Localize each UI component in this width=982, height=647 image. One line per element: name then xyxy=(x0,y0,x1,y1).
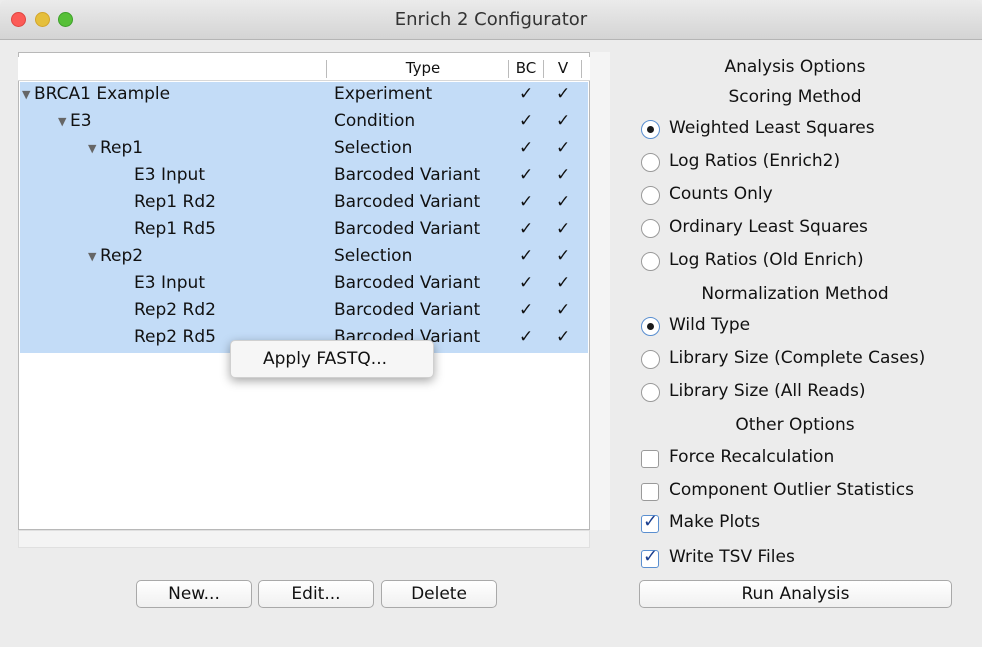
v-check-icon: ✓ xyxy=(556,300,571,320)
option-label: Log Ratios (Enrich2) xyxy=(669,151,841,171)
v-check-icon: ✓ xyxy=(556,165,571,185)
column-divider[interactable] xyxy=(508,60,509,78)
radio-button[interactable] xyxy=(641,219,660,238)
other-options-heading: Other Options xyxy=(735,415,855,435)
v-check-icon: ✓ xyxy=(556,138,571,158)
v-check-icon: ✓ xyxy=(556,192,571,212)
tree-row[interactable]: E3 Input Barcoded Variant ✓ ✓ xyxy=(20,163,588,190)
tree-row-type: Barcoded Variant xyxy=(334,273,481,293)
tree-header: Type BC V xyxy=(18,57,590,81)
tree-row[interactable]: Rep2 Rd2 Barcoded Variant ✓ ✓ xyxy=(20,298,588,325)
tree-row-name: Rep1 Rd5 xyxy=(134,219,216,239)
bc-check-icon: ✓ xyxy=(519,219,534,239)
checkbox[interactable]: ✓ xyxy=(641,511,659,533)
tree-row-type: Barcoded Variant xyxy=(334,192,481,212)
option-label: Weighted Least Squares xyxy=(669,118,875,138)
column-header-bc[interactable]: BC xyxy=(511,59,541,77)
bc-check-icon: ✓ xyxy=(519,165,534,185)
run-analysis-button[interactable]: Run Analysis xyxy=(639,580,952,608)
radio-button[interactable] xyxy=(641,186,660,205)
bc-check-icon: ✓ xyxy=(519,246,534,266)
edit-button[interactable]: Edit... xyxy=(258,580,374,608)
tree-row[interactable]: E3 Input Barcoded Variant ✓ ✓ xyxy=(20,271,588,298)
v-check-icon: ✓ xyxy=(556,327,571,347)
v-check-icon: ✓ xyxy=(556,273,571,293)
option-label: Make Plots xyxy=(669,512,761,532)
title-bar: Enrich 2 Configurator xyxy=(0,0,982,40)
column-divider[interactable] xyxy=(543,60,544,78)
checkbox[interactable]: ✓ xyxy=(641,546,659,568)
checkbox[interactable] xyxy=(641,450,659,468)
tree-row-type: Selection xyxy=(334,138,413,158)
tree-row-type: Condition xyxy=(334,111,416,131)
radio-button[interactable] xyxy=(641,317,660,336)
tree-row[interactable]: Rep1 Rd5 Barcoded Variant ✓ ✓ xyxy=(20,217,588,244)
tree-row-name: E3 xyxy=(70,111,92,131)
tree-row-name: Rep2 Rd5 xyxy=(134,327,216,347)
tree-row[interactable]: ▼ E3 Condition ✓ ✓ xyxy=(20,109,588,136)
bc-check-icon: ✓ xyxy=(519,111,534,131)
scoring-method-heading: Scoring Method xyxy=(728,87,862,107)
tree-row-type: Barcoded Variant xyxy=(334,165,481,185)
checkmark-icon: ✓ xyxy=(643,511,659,532)
bc-check-icon: ✓ xyxy=(519,192,534,212)
tree-row-name: Rep2 xyxy=(100,246,144,266)
delete-button[interactable]: Delete xyxy=(381,580,497,608)
radio-button[interactable] xyxy=(641,153,660,172)
option-label: Component Outlier Statistics xyxy=(669,480,914,500)
menu-item-apply-fastq[interactable]: Apply FASTQ... xyxy=(263,349,387,369)
normalization-method-heading: Normalization Method xyxy=(701,284,889,304)
tree-row[interactable]: ▼ Rep2 Selection ✓ ✓ xyxy=(20,244,588,271)
option-label: Force Recalculation xyxy=(669,447,835,467)
radio-button[interactable] xyxy=(641,350,660,369)
tree-row-name: E3 Input xyxy=(134,273,205,293)
tree-row[interactable]: Rep1 Rd2 Barcoded Variant ✓ ✓ xyxy=(20,190,588,217)
tree-row-name: E3 Input xyxy=(134,165,205,185)
bc-check-icon: ✓ xyxy=(519,138,534,158)
new-button[interactable]: New... xyxy=(136,580,252,608)
option-label: Library Size (All Reads) xyxy=(669,381,866,401)
column-header-type[interactable]: Type xyxy=(348,59,498,77)
column-header-v[interactable]: V xyxy=(548,59,578,77)
v-check-icon: ✓ xyxy=(556,219,571,239)
window-title: Enrich 2 Configurator xyxy=(394,9,588,30)
tree-row-name: Rep1 xyxy=(100,138,144,158)
tree-row[interactable]: ▼ BRCA1 Example Experiment ✓ ✓ xyxy=(20,82,588,109)
option-label: Counts Only xyxy=(669,184,773,204)
context-menu: Apply FASTQ... xyxy=(230,340,434,378)
option-label: Log Ratios (Old Enrich) xyxy=(669,250,864,270)
radio-button[interactable] xyxy=(641,120,660,139)
tree-row-type: Barcoded Variant xyxy=(334,219,481,239)
v-check-icon: ✓ xyxy=(556,111,571,131)
radio-button[interactable] xyxy=(641,252,660,271)
option-label: Write TSV Files xyxy=(669,547,795,567)
tree-horizontal-scrollbar[interactable] xyxy=(18,530,590,548)
tree-row[interactable]: ▼ Rep1 Selection ✓ ✓ xyxy=(20,136,588,163)
column-divider[interactable] xyxy=(326,60,327,78)
checkmark-icon: ✓ xyxy=(643,546,659,567)
bc-check-icon: ✓ xyxy=(519,273,534,293)
bc-check-icon: ✓ xyxy=(519,327,534,347)
bc-check-icon: ✓ xyxy=(519,300,534,320)
tree-row-name: BRCA1 Example xyxy=(34,84,171,104)
tree-row-name: Rep1 Rd2 xyxy=(134,192,216,212)
checkbox[interactable] xyxy=(641,483,659,501)
analysis-options-heading: Analysis Options xyxy=(724,57,866,77)
column-divider[interactable] xyxy=(581,60,582,78)
option-label: Wild Type xyxy=(669,315,751,335)
tree-row-type: Barcoded Variant xyxy=(334,300,481,320)
tree-row-type: Selection xyxy=(334,246,413,266)
option-label: Library Size (Complete Cases) xyxy=(669,348,926,368)
tree-row-name: Rep2 Rd2 xyxy=(134,300,216,320)
bc-check-icon: ✓ xyxy=(519,84,534,104)
tree-row-type: Experiment xyxy=(334,84,433,104)
radio-button[interactable] xyxy=(641,383,660,402)
v-check-icon: ✓ xyxy=(556,246,571,266)
option-label: Ordinary Least Squares xyxy=(669,217,868,237)
v-check-icon: ✓ xyxy=(556,84,571,104)
tree-vertical-scrollbar[interactable] xyxy=(590,52,610,530)
